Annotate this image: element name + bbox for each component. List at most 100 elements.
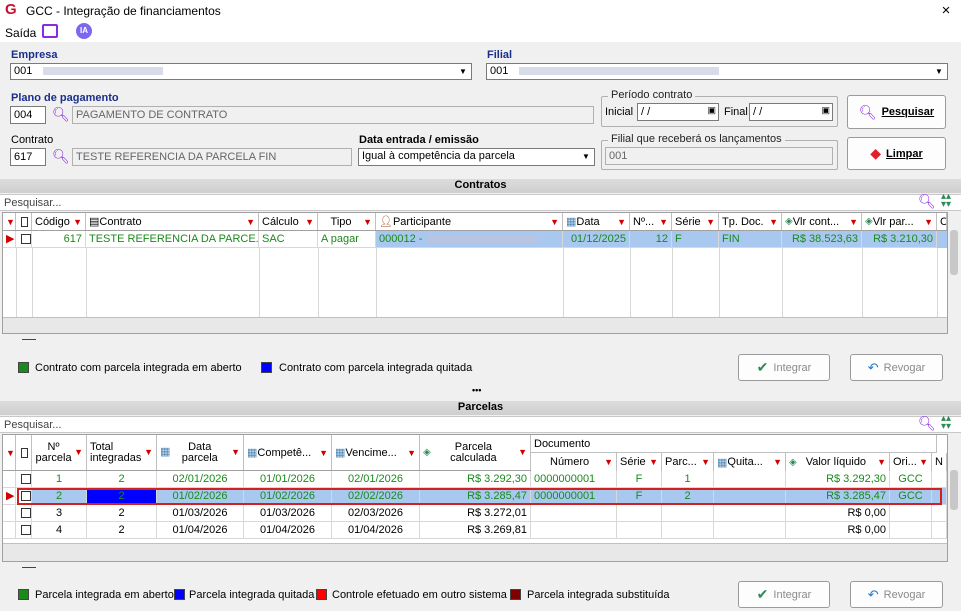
col-doc-quitacao[interactable]: ▦ Quita... ▼ xyxy=(714,453,786,471)
calendar-icon: ▦ xyxy=(247,447,258,459)
col-doc-n[interactable]: N xyxy=(932,453,947,471)
cell-data: 01/03/2026 xyxy=(157,505,244,522)
filial-label: Filial xyxy=(487,49,513,61)
select-all-checkbox[interactable] xyxy=(16,213,32,230)
col-contrato[interactable]: ▤ Contrato ▼ xyxy=(86,213,259,230)
data-entrada-select[interactable]: Igual à competência da parcela ▼ xyxy=(358,148,595,166)
search-icon[interactable]: 🔍︎ xyxy=(52,147,70,165)
col-vlrcont[interactable]: ◈ Vlr cont... ▼ xyxy=(782,213,862,230)
cell-ori xyxy=(890,522,932,539)
parcelas-grid: ▼ Nº parcela ▼ Total integradas ▼ ▦ Data p… xyxy=(2,434,948,562)
calendar-icon[interactable]: ▣ xyxy=(821,105,830,116)
limpar-label: Limpar xyxy=(886,147,923,160)
filter-icon[interactable]: ▼ xyxy=(3,213,16,230)
filial-lanc-label: Filial que receberá os lançamentos xyxy=(608,133,785,145)
cell-numero xyxy=(531,522,617,539)
cell-total: 2 xyxy=(87,522,157,539)
cell-serie xyxy=(617,505,662,522)
col-doc-numero[interactable]: Número ▼ xyxy=(531,453,617,471)
final-date-input[interactable]: / / ▣ xyxy=(749,103,833,121)
col-c[interactable]: C xyxy=(937,213,947,230)
search-icon[interactable]: 🔍︎ xyxy=(52,105,70,123)
empresa-select[interactable]: 001 ▼ xyxy=(10,63,472,80)
search-icon[interactable]: 🔍︎ xyxy=(918,415,936,432)
row-checkbox[interactable] xyxy=(16,522,32,539)
row-checkbox[interactable] xyxy=(16,505,32,522)
col-data-parcela[interactable]: ▦ Data parcela ▼ xyxy=(157,435,244,470)
filial-select[interactable]: 001 ▼ xyxy=(486,63,948,80)
inicial-label: Inicial xyxy=(605,106,634,118)
row-checkbox[interactable] xyxy=(16,471,32,488)
col-num-parcela[interactable]: Nº parcela ▼ xyxy=(32,435,87,470)
splitter-handle[interactable]: ••• xyxy=(472,385,481,395)
col-doc-parc[interactable]: Parc... ▼ xyxy=(662,453,714,471)
col-participante[interactable]: 👤︎ Participante ▼ xyxy=(376,213,563,230)
periodo-label: Período contrato xyxy=(608,89,696,101)
ia-icon[interactable]: IA xyxy=(76,23,92,39)
cell-venc: 02/03/2026 xyxy=(332,505,420,522)
blurred-text xyxy=(519,67,720,76)
col-tipo[interactable]: Tipo ▼ xyxy=(318,213,376,230)
horizontal-scrollbar[interactable] xyxy=(3,543,947,561)
chevron-down-icon[interactable]: ▼ xyxy=(932,65,946,78)
legend-maroon-swatch xyxy=(510,589,521,600)
col-numero[interactable]: Nº... ▼ xyxy=(630,213,672,230)
chevron-down-icon[interactable]: ▼ xyxy=(579,150,593,163)
revogar-parcela-button[interactable]: ↶ Revogar xyxy=(850,581,943,608)
revogar-button[interactable]: ↶ Revogar xyxy=(850,354,943,381)
contratos-header: Contratos xyxy=(0,179,961,193)
row-indicator-icon xyxy=(3,505,16,522)
limpar-button[interactable]: ◆ Limpar xyxy=(847,137,946,170)
col-total-integradas[interactable]: Total integradas ▼ xyxy=(87,435,157,470)
col-codigo[interactable]: Código ▼ xyxy=(32,213,86,230)
col-vlrpar[interactable]: ◈ Vlr par... ▼ xyxy=(862,213,937,230)
col-doc-serie[interactable]: Série ▼ xyxy=(617,453,662,471)
cell-tipo: A pagar xyxy=(318,231,376,248)
row-checkbox[interactable] xyxy=(16,231,32,248)
col-doc-liquido[interactable]: ◈ Valor líquido ▼ xyxy=(786,453,890,471)
parcela-row[interactable]: 3 2 01/03/2026 01/03/2026 02/03/2026 R$ 3.272… xyxy=(3,505,947,522)
contrato-row[interactable]: ▶ 617 TESTE REFERENCIA DA PARCE... SAC A… xyxy=(3,231,947,248)
col-vencimento[interactable]: ▦ Vencime... ▼ xyxy=(332,435,420,470)
chevron-down-icon[interactable]: ▼ xyxy=(456,65,470,78)
col-data[interactable]: ▦ Data ▼ xyxy=(563,213,630,230)
integrar-button[interactable]: ✔ Integrar xyxy=(738,354,830,381)
horizontal-scrollbar[interactable] xyxy=(3,317,947,333)
minus-icon[interactable] xyxy=(22,339,36,340)
window-title: GCC - Integração de financiamentos xyxy=(26,4,221,18)
menu-saida[interactable]: Saída xyxy=(5,26,36,40)
undo-icon: ↶ xyxy=(867,359,879,375)
integrar-parcela-button[interactable]: ✔ Integrar xyxy=(738,581,830,608)
col-parcela-calculada[interactable]: ◈ Parcela calculada ▼ xyxy=(420,435,531,470)
undo-icon: ↶ xyxy=(867,586,879,602)
parcela-row[interactable]: 4 2 01/04/2026 01/04/2026 01/04/2026 R$ 3.269… xyxy=(3,522,947,539)
col-tpdoc[interactable]: Tp. Doc. ▼ xyxy=(719,213,782,230)
minus-icon[interactable] xyxy=(22,567,36,568)
contratos-header-row: ▼ Código ▼ ▤ Contrato ▼ Cálculo ▼ Tipo ▼ 👤︎ P… xyxy=(3,213,947,231)
vertical-scrollbar[interactable] xyxy=(950,470,958,510)
pesquisar-button[interactable]: 🔍︎ Pesquisar xyxy=(847,95,946,129)
cell-quita xyxy=(714,505,786,522)
col-doc-origem[interactable]: Ori... ▼ xyxy=(890,453,932,471)
expand-icon[interactable]: ▴▴ ▾▾ xyxy=(941,192,951,210)
search-icon[interactable]: 🔍︎ xyxy=(918,193,936,210)
close-button[interactable]: × xyxy=(936,2,956,19)
vertical-scrollbar[interactable] xyxy=(950,230,958,275)
contratos-search-input[interactable]: Pesquisar... xyxy=(0,194,961,211)
plano-code-input[interactable]: 004 xyxy=(10,106,46,124)
revogar-label: Revogar xyxy=(883,361,926,374)
legend-blue-swatch xyxy=(174,589,185,600)
col-calculo[interactable]: Cálculo ▼ xyxy=(259,213,318,230)
expand-icon[interactable]: ▴▴ ▾▾ xyxy=(941,414,951,432)
contrato-code-input[interactable]: 617 xyxy=(10,148,46,166)
parcela-row[interactable]: 1 2 02/01/2026 01/01/2026 02/01/2026 R$ 3.292… xyxy=(3,471,947,488)
col-serie[interactable]: Série ▼ xyxy=(672,213,719,230)
parcelas-search-input[interactable]: Pesquisar... xyxy=(0,416,961,433)
col-competencia[interactable]: ▦ Competê... ▼ xyxy=(244,435,332,470)
monitor-icon[interactable] xyxy=(42,24,58,38)
inicial-date-input[interactable]: / / ▣ xyxy=(637,103,719,121)
calendar-icon[interactable]: ▣ xyxy=(707,105,716,116)
cell-liquido: R$ 0,00 xyxy=(786,505,890,522)
select-all-checkbox[interactable] xyxy=(16,435,32,470)
filter-icon[interactable]: ▼ xyxy=(3,435,16,470)
